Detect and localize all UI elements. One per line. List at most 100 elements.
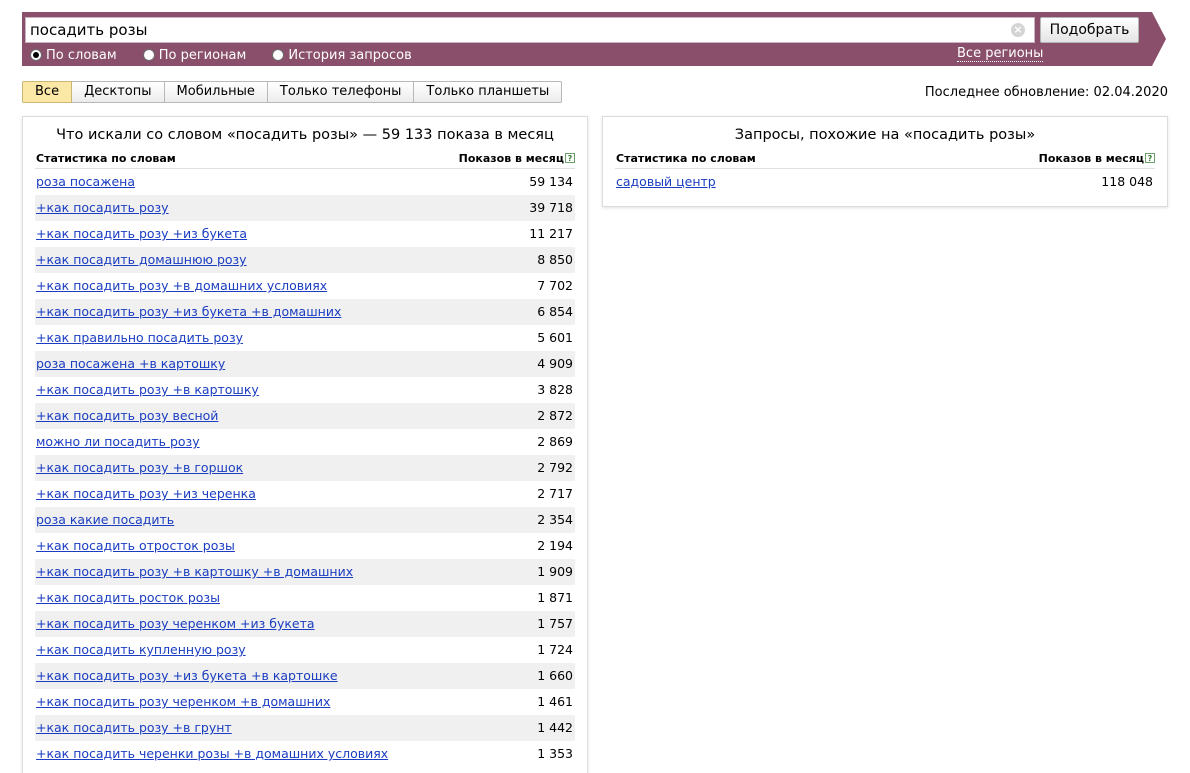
keyword-link[interactable]: +как посадить розу +в горшок — [36, 460, 243, 475]
close-icon[interactable]: × — [1011, 23, 1025, 37]
table-row: +как посадить росток розы 1 871 — [35, 585, 575, 611]
keyword-link[interactable]: роза посажена — [36, 174, 135, 189]
impressions-count: 6 854 — [537, 304, 573, 319]
impressions-count: 1 660 — [537, 668, 573, 683]
similar-queries-panel: Запросы, похожие на «посадить розы» Стат… — [602, 116, 1168, 207]
keyword-link[interactable]: +как посадить розу +из букета +в картошк… — [36, 668, 338, 683]
column-header-keyword: Статистика по словам — [616, 152, 756, 165]
impressions-count: 2 354 — [537, 512, 573, 527]
all-regions-link[interactable]: Все регионы — [957, 46, 1044, 62]
keyword-link[interactable]: +как посадить росток розы — [36, 590, 220, 605]
table-row: +как посадить розу +в горшок 2 792 — [35, 455, 575, 481]
panel-title: Запросы, похожие на «посадить розы» — [734, 127, 1036, 143]
radio-dot-icon[interactable] — [272, 49, 285, 61]
keyword-link[interactable]: +как посадить розу весной — [36, 408, 218, 423]
column-header-count: Показов в месяц? — [1039, 152, 1155, 165]
radio-label: По регионам — [158, 47, 247, 63]
table-row: +как посадить розу черенком +из букета 1 … — [35, 611, 575, 637]
keyword-link[interactable]: +как посадить розу черенком +из букета — [36, 616, 315, 631]
impressions-count: 1 724 — [537, 642, 573, 657]
impressions-count: 8 850 — [537, 252, 573, 267]
keyword-link[interactable]: +как посадить домашнюю розу — [36, 252, 247, 267]
column-header-count-label: Показов в месяц — [1038, 152, 1144, 165]
radio-label: История запросов — [288, 47, 412, 63]
table-row: +как посадить розу +в домашних условиях 7… — [35, 273, 575, 299]
impressions-count: 2 869 — [537, 434, 573, 449]
device-tabs: Все Десктопы Мобильные Только телефоны Т… — [22, 81, 563, 103]
impressions-count: 2 872 — [537, 408, 573, 423]
words-stats-panel: Что искали со словом «посадить розы» — 5… — [22, 116, 588, 773]
impressions-count: 59 134 — [529, 174, 573, 189]
keyword-link[interactable]: роза посажена +в картошку — [36, 356, 225, 371]
impressions-count: 1 871 — [537, 590, 573, 605]
keyword-link[interactable]: +как посадить розу +из черенка — [36, 486, 256, 501]
keyword-link[interactable]: +как посадить розу черенком +в домашних — [36, 694, 330, 709]
impressions-count: 1 353 — [537, 746, 573, 761]
table-row: +как посадить розу +из букета +в картошк… — [35, 663, 575, 689]
tab-phones-only[interactable]: Только телефоны — [267, 81, 415, 103]
keyword-link[interactable]: +как посадить розу +в картошку +в домашн… — [36, 564, 353, 579]
radio-dot-icon[interactable] — [142, 49, 155, 61]
column-header-count-label: Показов в месяц — [458, 152, 564, 165]
table-row: +как правильно посадить розу 5 601 — [35, 325, 575, 351]
help-icon[interactable]: ? — [565, 153, 575, 163]
tab-desktops[interactable]: Десктопы — [72, 81, 165, 103]
keyword-link[interactable]: можно ли посадить розу — [36, 434, 200, 449]
search-mode-radios: По словам По регионам История запросов — [30, 47, 438, 63]
table-row: +как посадить розу +из букета +в домашни… — [35, 299, 575, 325]
keyword-link[interactable]: +как посадить розу +в грунт — [36, 720, 232, 735]
column-header-keyword: Статистика по словам — [36, 152, 176, 165]
column-header-count: Показов в месяц? — [459, 152, 575, 165]
impressions-count: 2 717 — [537, 486, 573, 501]
keyword-link[interactable]: +как посадить черенки розы +в домашних у… — [36, 746, 388, 761]
search-box[interactable]: × — [25, 17, 1035, 43]
table-row: +как посадить купленную розу 1 724 — [35, 637, 575, 663]
keyword-link[interactable]: роза какие посадить — [36, 512, 174, 527]
keyword-link[interactable]: +как посадить розу +в домашних условиях — [36, 278, 327, 293]
table-row: +как посадить черенки розы +в домашних у… — [35, 741, 575, 767]
radio-query-history[interactable]: История запросов — [272, 47, 412, 63]
table-row: садовый центр 118 048 — [615, 169, 1155, 195]
tab-tablets-only[interactable]: Только планшеты — [414, 81, 563, 103]
keyword-link[interactable]: +как посадить розу +в картошку — [36, 382, 259, 397]
table-header: Статистика по словам Показов в месяц? — [35, 152, 575, 168]
keyword-link[interactable]: +как посадить купленную розу — [36, 642, 246, 657]
impressions-count: 3 828 — [537, 382, 573, 397]
keyword-link[interactable]: садовый центр — [616, 174, 716, 189]
table-row: +как посадить розу черенком +в домашних 1… — [35, 689, 575, 715]
keyword-link[interactable]: +как посадить отросток розы — [36, 538, 235, 553]
impressions-count: 1 909 — [537, 564, 573, 579]
keyword-link[interactable]: +как правильно посадить розу — [36, 330, 243, 345]
impressions-count: 118 048 — [1101, 174, 1153, 189]
table-row: +как посадить розу 39 718 — [35, 195, 575, 221]
table-row: +как посадить отросток розы 2 194 — [35, 533, 575, 559]
panel-title: Что искали со словом «посадить розы» — 5… — [56, 127, 554, 143]
table-row: +как посадить розу +в грунт 1 442 — [35, 715, 575, 741]
table-row: можно ли посадить розу 2 869 — [35, 429, 575, 455]
table-row: +как посадить розу весной 2 872 — [35, 403, 575, 429]
table-row: +как посадить домашнюю розу 8 850 — [35, 247, 575, 273]
impressions-count: 2 194 — [537, 538, 573, 553]
search-input[interactable] — [30, 20, 1000, 40]
help-icon[interactable]: ? — [1145, 153, 1155, 163]
keyword-link[interactable]: +как посадить розу +из букета — [36, 226, 247, 241]
table-row: +как посадить розу +в картошку +в домашн… — [35, 559, 575, 585]
radio-by-regions[interactable]: По регионам — [142, 47, 247, 63]
pick-button[interactable]: Подобрать — [1040, 17, 1139, 43]
impressions-count: 1 442 — [537, 720, 573, 735]
tab-all[interactable]: Все — [22, 81, 73, 103]
radio-dot-icon[interactable] — [30, 49, 42, 61]
impressions-count: 7 702 — [537, 278, 573, 293]
impressions-count: 1 757 — [537, 616, 573, 631]
impressions-count: 11 217 — [529, 226, 573, 241]
impressions-count: 39 718 — [529, 200, 573, 215]
tab-mobile[interactable]: Мобильные — [164, 81, 268, 103]
keyword-link[interactable]: +как посадить розу +из букета +в домашни… — [36, 304, 341, 319]
table-row: +как посадить розу +из букета 11 217 — [35, 221, 575, 247]
header-arrow-decoration — [1152, 12, 1166, 66]
radio-by-words[interactable]: По словам — [30, 47, 117, 63]
impressions-count: 1 461 — [537, 694, 573, 709]
impressions-count: 4 909 — [537, 356, 573, 371]
keyword-link[interactable]: +как посадить розу — [36, 200, 169, 215]
keyword-table: садовый центр 118 048 — [615, 169, 1155, 195]
